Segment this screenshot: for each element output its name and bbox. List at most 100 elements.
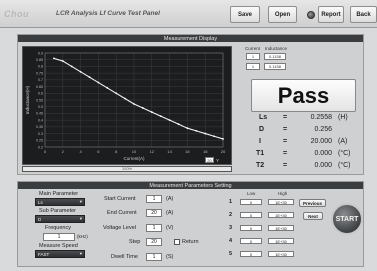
ls-label: Ls xyxy=(259,114,268,121)
open-button[interactable]: Open xyxy=(268,6,297,23)
limit-row-number: 1 xyxy=(229,199,233,205)
y-tick-label: 0.8 xyxy=(38,65,43,69)
limit-high-input[interactable]: 1E+30 xyxy=(268,199,294,205)
previous-button[interactable]: Previous xyxy=(299,199,326,207)
y-tick-label: 0.35 xyxy=(36,125,43,129)
t2-label: T2 xyxy=(256,162,265,169)
x-tick-label: 18 xyxy=(203,149,208,154)
end-current-unit: (A) xyxy=(166,210,174,216)
limits-low-header: Low xyxy=(247,191,256,196)
step-input[interactable]: 20 xyxy=(146,238,162,246)
inductance-readout-2: 0.1158 xyxy=(264,63,286,70)
limit-high-input[interactable]: 1E+30 xyxy=(268,251,294,257)
current-header: Current xyxy=(245,46,261,51)
main-parameter-select[interactable]: Ls ▾ xyxy=(35,198,85,206)
data-point xyxy=(106,87,109,89)
report-button[interactable]: Report xyxy=(318,6,344,23)
data-point xyxy=(168,119,171,122)
i-unit: (A) xyxy=(338,138,348,145)
y-tick-label: 0.9 xyxy=(38,51,43,55)
data-point xyxy=(150,111,153,113)
limit-row-number: 5 xyxy=(229,251,233,257)
limit-high-input[interactable]: 1E+30 xyxy=(268,212,294,218)
speed-label: Measure Speed xyxy=(39,243,78,249)
x-tick-label: 8 xyxy=(115,149,118,154)
limit-low-input[interactable]: 0 xyxy=(240,238,262,244)
x-tick-label: 10 xyxy=(132,149,137,154)
data-point xyxy=(79,70,82,73)
y-tick-label: 0.45 xyxy=(36,112,43,116)
x-tick-label: 6 xyxy=(97,149,100,154)
limit-low-input[interactable]: 0 xyxy=(240,199,262,205)
parameters-title: Measurement Parameters Setting xyxy=(18,182,363,189)
y-tick-label: 0.65 xyxy=(36,85,43,89)
speed-select[interactable]: FAST ▾ xyxy=(35,250,85,258)
cursor-value[interactable]: 20 xyxy=(205,157,214,163)
data-point xyxy=(177,123,180,126)
t1-unit: (°C) xyxy=(338,150,351,157)
limit-low-input[interactable]: 0 xyxy=(240,225,262,231)
inductance-curve-plot: 0.9 0.85 0.8 0.75 0.7 0.65 0.6 0.55 0.5 0.45 0.4 0.… xyxy=(22,46,232,165)
y-tick-label: 0.3 xyxy=(38,132,43,136)
start-current-label: Start Current xyxy=(104,196,136,202)
y-tick-label: 0.4 xyxy=(38,118,43,122)
x-tick-label: 0 xyxy=(44,149,47,154)
inductance-readout: 0.1158 xyxy=(264,53,286,60)
limit-row-number: 3 xyxy=(229,225,233,231)
t2-value: 0.000 xyxy=(314,162,332,169)
t1-label: T1 xyxy=(256,150,265,157)
ls-unit: (H) xyxy=(338,114,348,121)
return-checkbox[interactable] xyxy=(174,239,180,245)
frequency-label: Frequency xyxy=(45,225,71,231)
dwell-unit: (S) xyxy=(166,254,174,260)
main-parameter-value: Ls xyxy=(38,199,43,205)
start-current-unit: (A) xyxy=(166,196,174,202)
frequency-unit: (kHz) xyxy=(77,234,88,239)
chevron-down-icon: ▾ xyxy=(79,216,82,221)
next-button[interactable]: Next xyxy=(303,212,323,220)
i-label: I xyxy=(259,138,261,145)
data-point xyxy=(70,65,73,68)
y-tick-label: 0.6 xyxy=(38,92,43,96)
limit-low-input[interactable]: 0 xyxy=(240,251,262,257)
step-label: Step xyxy=(129,239,141,245)
end-current-input[interactable]: 20 xyxy=(146,209,162,217)
chart-svg: 0.9 0.85 0.8 0.75 0.7 0.65 0.6 0.55 0.5 0.45 0.4 0.… xyxy=(25,51,226,161)
end-current-label: End Current xyxy=(107,210,137,216)
data-point xyxy=(61,60,64,62)
window-title: LCR Analysis Lf Curve Test Panel xyxy=(56,10,160,17)
frequency-input[interactable]: 1 xyxy=(43,233,75,241)
y-tick-label: 0.75 xyxy=(36,71,43,75)
sub-parameter-select[interactable]: D ▾ xyxy=(35,215,85,223)
limits-high-header: High xyxy=(278,191,288,196)
voltage-unit: (V) xyxy=(166,225,174,231)
progress-label: 100% xyxy=(121,166,133,171)
start-current-input[interactable]: 1 xyxy=(146,195,162,203)
data-point xyxy=(97,81,100,84)
d-label: D xyxy=(259,126,265,133)
d-value: 0.256 xyxy=(314,126,332,133)
data-point xyxy=(213,135,216,138)
data-point xyxy=(124,97,126,100)
limit-high-input[interactable]: 1E+30 xyxy=(268,225,294,231)
limit-high-input[interactable]: 1E+30 xyxy=(268,238,294,244)
sub-parameter-value: D xyxy=(38,216,42,222)
data-point xyxy=(195,129,198,132)
chevron-down-icon: ▾ xyxy=(79,199,82,204)
dwell-label: Dwell Time xyxy=(111,254,138,260)
limit-row-number: 2 xyxy=(229,212,233,218)
back-button[interactable]: Back xyxy=(350,6,377,23)
t1-value: 0.000 xyxy=(314,150,332,157)
dwell-input[interactable]: 1 xyxy=(146,253,162,261)
data-point xyxy=(53,57,55,60)
return-label: Return xyxy=(182,239,199,245)
voltage-input[interactable]: 1 xyxy=(146,224,162,232)
x-tick-label: 4 xyxy=(79,149,82,154)
speed-value: FAST xyxy=(38,251,50,257)
data-point xyxy=(133,103,135,105)
limit-low-input[interactable]: 0 xyxy=(240,212,262,218)
save-button[interactable]: Save xyxy=(230,6,260,23)
data-point xyxy=(142,107,144,109)
i-value: 20.000 xyxy=(310,138,332,145)
start-button[interactable]: START xyxy=(331,203,363,235)
